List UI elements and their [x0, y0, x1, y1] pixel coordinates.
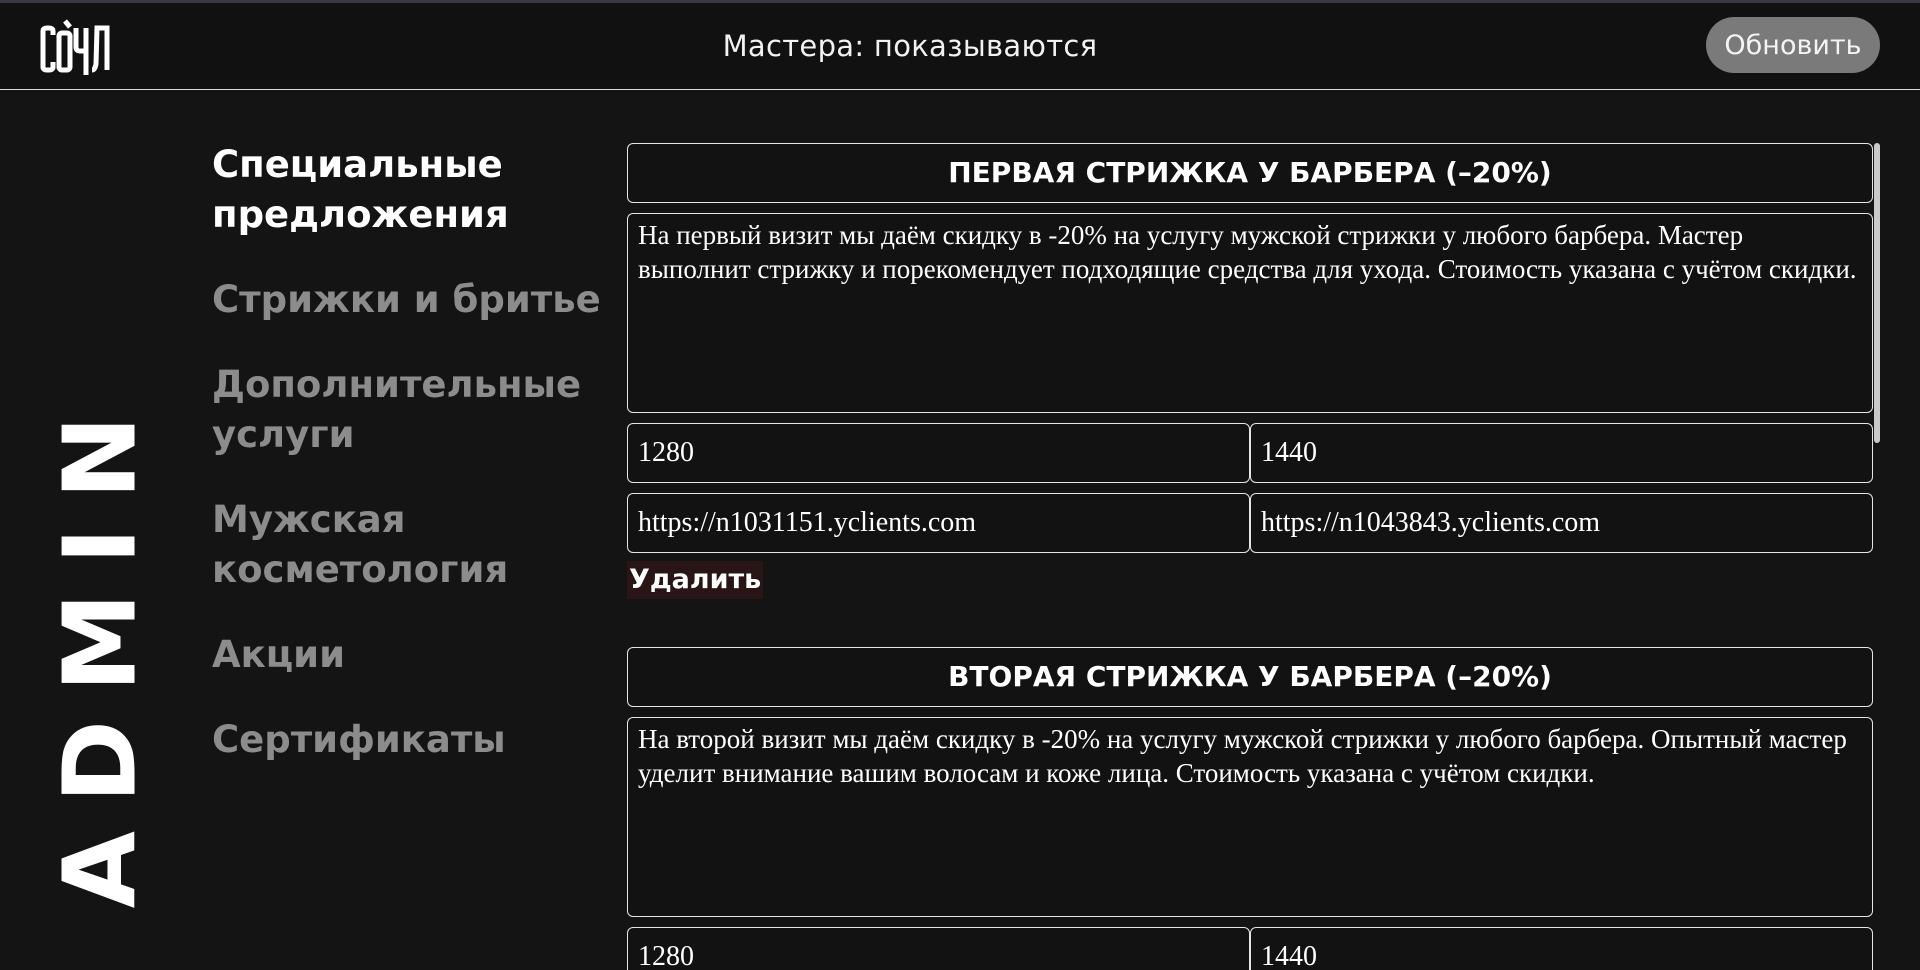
- offer-title[interactable]: ВТОРАЯ СТРИЖКА У БАРБЕРА (–20%): [627, 647, 1873, 707]
- category-nav: Специальные предложения Стрижки и бритье…: [212, 140, 612, 800]
- price-field-2[interactable]: [1250, 927, 1873, 970]
- offer-description-field[interactable]: На первый визит мы даём скидку в -20% на…: [627, 213, 1873, 413]
- nav-item-certificates[interactable]: Сертификаты: [212, 715, 612, 765]
- nav-item-haircuts-shaving[interactable]: Стрижки и бритье: [212, 275, 612, 325]
- offer-links-row: [627, 493, 1873, 553]
- booking-link-field-2[interactable]: [1250, 493, 1873, 553]
- offer-description-field[interactable]: На второй визит мы даём скидку в -20% на…: [627, 717, 1873, 917]
- admin-vertical-title: ADMIN: [41, 387, 159, 909]
- top-header: Мастера: показываются Обновить: [0, 3, 1920, 90]
- refresh-button[interactable]: Обновить: [1706, 17, 1880, 73]
- nav-item-special-offers[interactable]: Специальные предложения: [212, 140, 612, 240]
- soul-logo: [40, 19, 110, 75]
- nav-item-promotions[interactable]: Акции: [212, 630, 612, 680]
- offer-prices-row: [627, 423, 1873, 483]
- content-scrollbar[interactable]: [1874, 143, 1880, 443]
- delete-offer-button[interactable]: Удалить: [627, 561, 764, 599]
- offer-card: ПЕРВАЯ СТРИЖКА У БАРБЕРА (–20%) На первы…: [627, 143, 1873, 599]
- booking-link-field-1[interactable]: [627, 493, 1250, 553]
- price-field-1[interactable]: [627, 927, 1250, 970]
- offer-card: ВТОРАЯ СТРИЖКА У БАРБЕРА (–20%) На второ…: [627, 647, 1873, 970]
- offers-editor: ПЕРВАЯ СТРИЖКА У БАРБЕРА (–20%) На первы…: [627, 143, 1873, 970]
- nav-item-additional-services[interactable]: Дополнительные услуги: [212, 360, 612, 460]
- nav-item-mens-cosmetology[interactable]: Мужская косметология: [212, 495, 612, 595]
- price-field-1[interactable]: [627, 423, 1250, 483]
- price-field-2[interactable]: [1250, 423, 1873, 483]
- offer-title[interactable]: ПЕРВАЯ СТРИЖКА У БАРБЕРА (–20%): [627, 143, 1873, 203]
- offer-prices-row: [627, 927, 1873, 970]
- masters-visibility-status: Мастера: показываются: [722, 29, 1098, 63]
